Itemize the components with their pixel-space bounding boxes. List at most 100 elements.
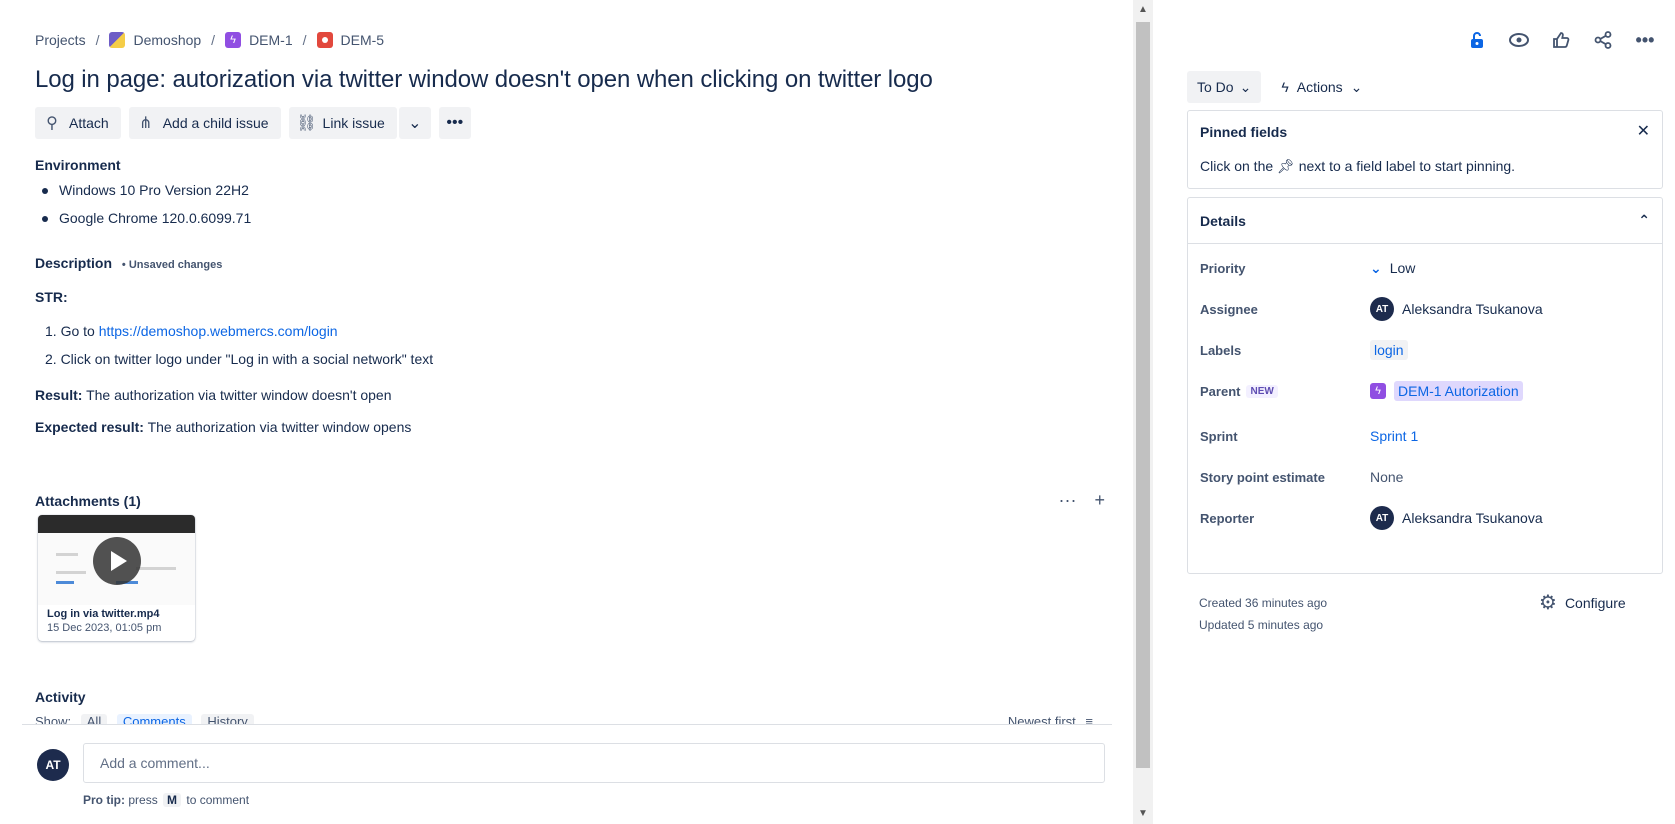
- sprint-link[interactable]: Sprint 1: [1370, 428, 1418, 444]
- attachments-label: Attachments (1): [35, 492, 141, 509]
- assignee-label: Assignee: [1200, 301, 1258, 317]
- scroll-down-icon[interactable]: ▼: [1133, 804, 1153, 824]
- assignee-value[interactable]: AT Aleksandra Tsukanova: [1370, 297, 1543, 321]
- attachment-card[interactable]: Log in via twitter.mp4 15 Dec 2023, 01:0…: [38, 515, 195, 641]
- parent-chip[interactable]: DEM-1 Autorization: [1394, 381, 1523, 401]
- description-body[interactable]: STR: 1. Go to https://demoshop.webmercs.…: [35, 289, 935, 443]
- status-label: To Do: [1197, 79, 1234, 95]
- steps-list: 1. Go to https://demoshop.webmercs.com/l…: [45, 319, 935, 375]
- avatar: AT: [1370, 506, 1394, 530]
- lightning-icon: ϟ: [1281, 79, 1289, 95]
- list-item: Google Chrome 120.0.6099.71: [42, 206, 251, 234]
- pinned-fields-text: Click on the 📌︎ next to a field label to…: [1200, 158, 1515, 175]
- play-icon[interactable]: [93, 537, 141, 585]
- status-dropdown[interactable]: To Do ⌄: [1187, 71, 1262, 103]
- link-issue-label: Link issue: [322, 115, 385, 131]
- pinned-text-a: Click on the: [1200, 158, 1274, 174]
- login-link[interactable]: https://demoshop.webmercs.com/login: [99, 323, 338, 339]
- pin-icon: 📌︎: [1277, 158, 1295, 174]
- labels-value[interactable]: login: [1370, 340, 1408, 360]
- breadcrumb-projects[interactable]: Projects: [35, 32, 86, 48]
- epic-icon: ϟ: [225, 32, 242, 48]
- unlock-icon[interactable]: [1463, 28, 1491, 52]
- project-icon: [109, 32, 126, 48]
- reporter-value[interactable]: AT Aleksandra Tsukanova: [1370, 506, 1543, 530]
- step-item: 2. Click on twitter logo under "Log in w…: [45, 351, 434, 367]
- link-issue-dropdown[interactable]: ⌄: [398, 107, 431, 139]
- result-text: The authorization via twitter window doe…: [82, 387, 392, 403]
- avatar: AT: [1370, 297, 1394, 321]
- plus-icon[interactable]: +: [1094, 490, 1105, 511]
- hierarchy-icon: ⋔: [139, 115, 153, 132]
- thumbs-up-icon[interactable]: [1547, 28, 1575, 52]
- link-issue-group: ⛓ Link issue ⌄: [288, 107, 431, 139]
- link-issue-button[interactable]: ⛓ Link issue: [288, 107, 397, 139]
- expected-label: Expected result:: [35, 419, 144, 435]
- comment-input[interactable]: Add a comment...: [83, 743, 1105, 783]
- label-chip[interactable]: login: [1370, 340, 1408, 360]
- gear-icon: ⚙: [1539, 592, 1557, 614]
- details-header[interactable]: Details ⌃: [1188, 198, 1662, 244]
- scroll-up-icon[interactable]: ▲: [1133, 0, 1153, 20]
- avatar: AT: [37, 749, 69, 781]
- video-thumbnail: [38, 515, 195, 605]
- share-icon[interactable]: [1589, 28, 1617, 52]
- unsaved-changes-badge: • Unsaved changes: [121, 259, 223, 271]
- chevron-up-icon[interactable]: ⌃: [1638, 212, 1650, 229]
- more-icon[interactable]: •••: [1631, 28, 1659, 52]
- list-item: Windows 10 Pro Version 22H2: [42, 178, 251, 206]
- priority-low-icon: ⌄: [1370, 259, 1382, 276]
- details-panel: Details ⌃ Priority ⌄ Low Assignee AT Ale…: [1187, 197, 1663, 574]
- sidebar-top-icons: •••: [1463, 28, 1659, 52]
- more-icon[interactable]: ···: [1059, 490, 1077, 511]
- scroll-thumb[interactable]: [1136, 22, 1150, 768]
- sprint-value[interactable]: Sprint 1: [1370, 428, 1418, 444]
- details-title: Details: [1200, 212, 1246, 229]
- more-icon: •••: [446, 114, 464, 131]
- pro-tip-suffix: to comment: [186, 793, 250, 807]
- more-actions-button[interactable]: •••: [438, 107, 471, 139]
- actions-label: Actions: [1296, 79, 1343, 95]
- attachment-name: Log in via twitter.mp4: [47, 608, 160, 620]
- configure-button[interactable]: ⚙ Configure: [1539, 590, 1626, 615]
- field-parent: Parent NEW ϟ DEM-1 Autorization: [1200, 375, 1523, 407]
- breadcrumb-epic[interactable]: ϟ DEM-1: [225, 32, 293, 48]
- thumbnail-topbar: [38, 515, 195, 533]
- labels-label: Labels: [1200, 342, 1242, 358]
- breadcrumb-issue[interactable]: DEM-5: [316, 32, 384, 48]
- status-row: To Do ⌄ ϟ Actions ⌄: [1187, 71, 1372, 103]
- issue-title[interactable]: Log in page: autorization via twitter wi…: [35, 66, 933, 94]
- issue-timestamps: Created 36 minutes ago Updated 5 minutes…: [1199, 592, 1327, 636]
- activity-label: Activity: [35, 689, 86, 705]
- pinned-text-b: next to a field label to start pinning.: [1298, 158, 1516, 174]
- expected-text: The authorization via twitter window ope…: [143, 419, 412, 435]
- pro-tip-press: press: [128, 793, 158, 807]
- created-time: Created 36 minutes ago: [1199, 596, 1328, 610]
- priority-value[interactable]: ⌄ Low: [1370, 260, 1415, 277]
- environment-label: Environment: [35, 157, 121, 173]
- str-heading: STR:: [35, 289, 68, 305]
- story-points-text: None: [1370, 469, 1404, 485]
- reporter-name: Aleksandra Tsukanova: [1402, 510, 1543, 526]
- thumbnail-line: [136, 567, 176, 570]
- main-scrollbar[interactable]: ▲ ▼: [1133, 0, 1153, 824]
- add-child-issue-button[interactable]: ⋔ Add a child issue: [128, 107, 281, 139]
- description-label: Description • Unsaved changes: [35, 255, 222, 271]
- actions-dropdown[interactable]: ϟ Actions ⌄: [1271, 71, 1372, 103]
- environment-list[interactable]: Windows 10 Pro Version 22H2 Google Chrom…: [42, 178, 251, 234]
- link-icon: ⛓: [296, 115, 317, 132]
- close-icon[interactable]: ✕: [1637, 121, 1650, 141]
- parent-value[interactable]: ϟ DEM-1 Autorization: [1370, 381, 1523, 401]
- expected-line: Expected result: The authorization via t…: [35, 415, 935, 443]
- step-item: 1. Go to https://demoshop.webmercs.com/l…: [45, 319, 935, 347]
- story-points-value[interactable]: None: [1370, 469, 1403, 485]
- watch-icon[interactable]: [1505, 28, 1533, 52]
- attach-button[interactable]: ⚲ Attach: [35, 107, 121, 139]
- reporter-label: Reporter: [1200, 510, 1255, 526]
- breadcrumb-project[interactable]: Demoshop: [109, 32, 201, 48]
- sprint-label: Sprint: [1200, 428, 1238, 444]
- field-priority: Priority ⌄ Low: [1200, 252, 1415, 284]
- chevron-down-icon: ⌄: [1239, 78, 1252, 95]
- add-child-label: Add a child issue: [162, 115, 269, 131]
- pinned-fields-panel: Pinned fields ✕ Click on the 📌︎ next to …: [1187, 110, 1663, 189]
